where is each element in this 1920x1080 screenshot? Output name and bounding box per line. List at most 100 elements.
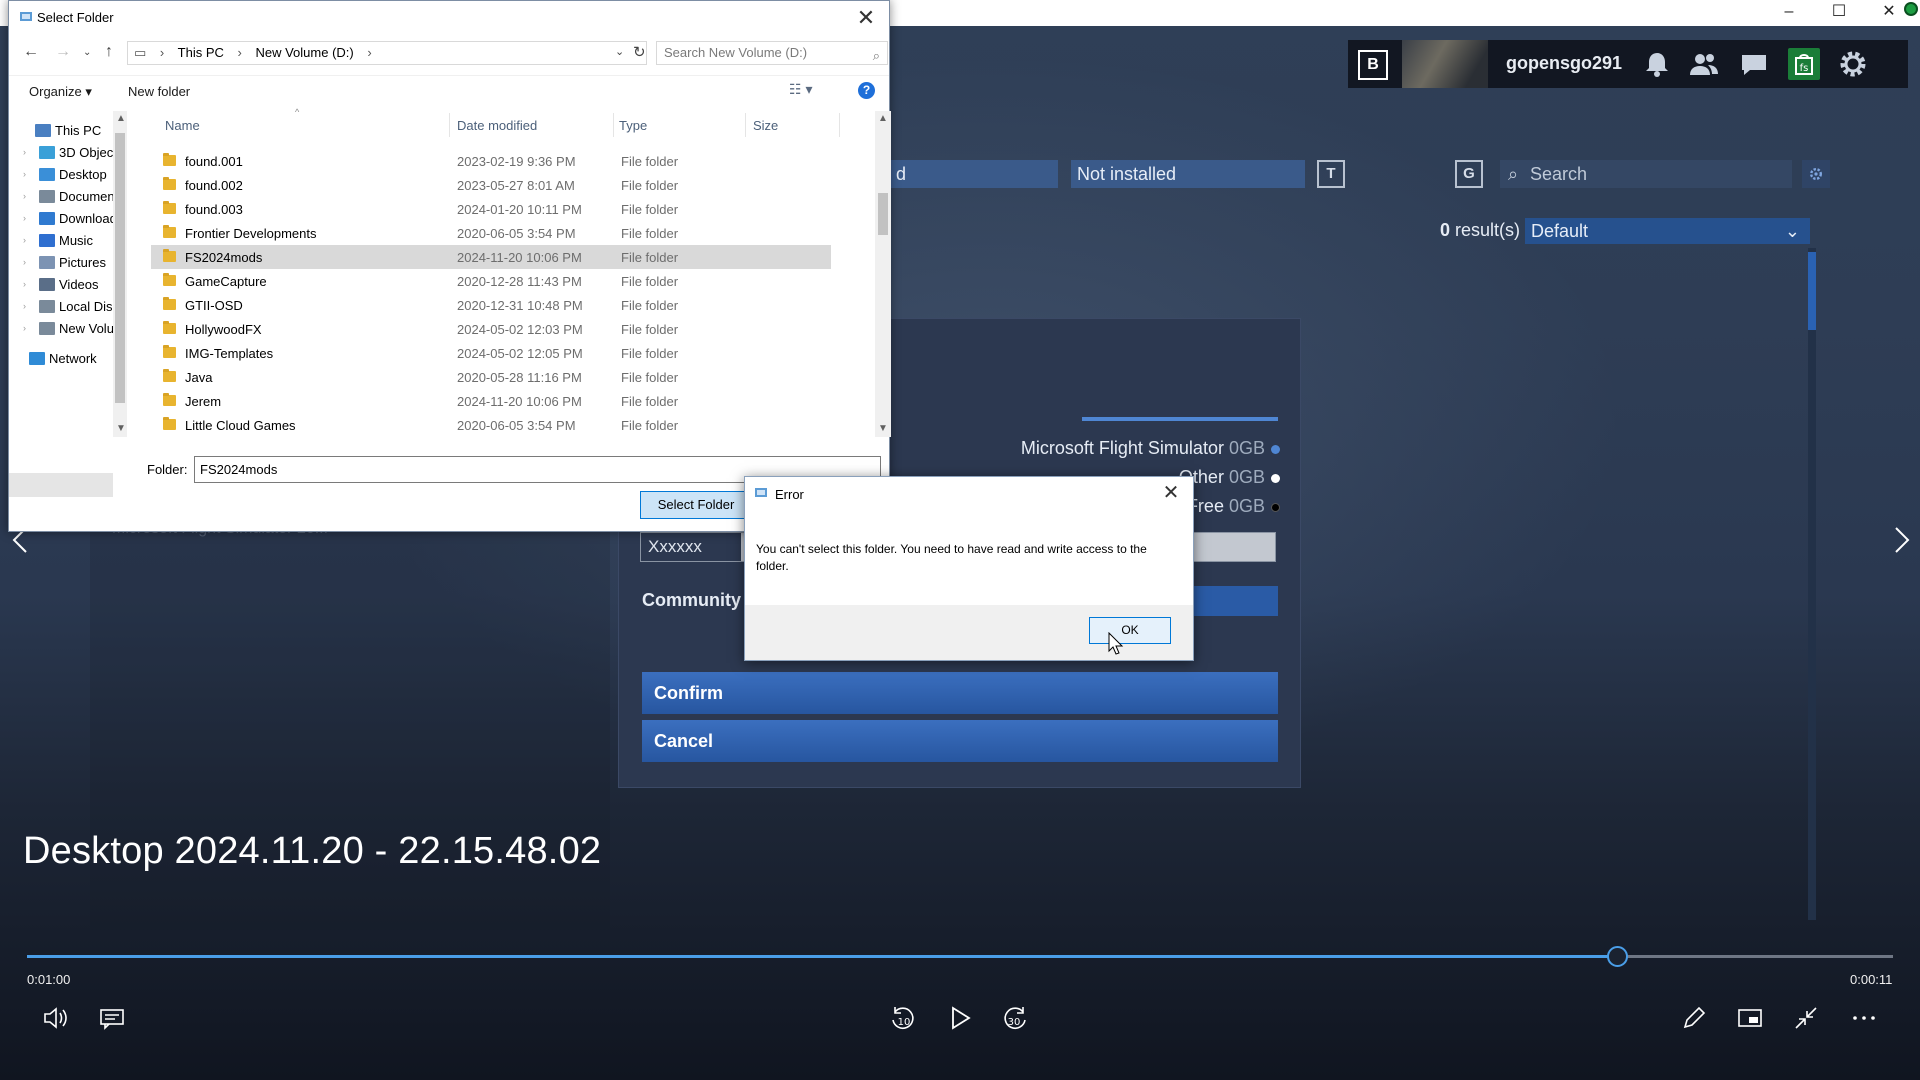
folder-icon	[163, 273, 176, 286]
nav-item[interactable]: Pictures	[39, 255, 117, 270]
mini-player-icon[interactable]	[1732, 1002, 1768, 1038]
shop-icon[interactable]: fs	[1788, 48, 1820, 80]
file-row[interactable]: HollywoodFX 2024-05-02 12:03 PM File folde…	[151, 317, 831, 341]
ok-button[interactable]: OK	[1089, 617, 1171, 644]
sort-dropdown[interactable]: Default ⌄	[1525, 218, 1810, 244]
nav-item[interactable]: Desktop	[39, 167, 117, 182]
folder-icon	[39, 168, 55, 181]
search-input[interactable]: ⌕ Search	[1500, 160, 1792, 188]
file-date: 2024-11-20 10:06 PM	[457, 250, 582, 265]
seek-thumb[interactable]	[1607, 946, 1628, 967]
next-arrow-icon[interactable]	[1886, 520, 1916, 560]
nav-item-label: Downloads	[59, 211, 117, 226]
column-name[interactable]: Name	[165, 118, 200, 133]
chat-icon[interactable]	[1738, 48, 1770, 80]
seek-progress	[27, 955, 1617, 958]
list-scrollbar[interactable]: ▲ ▼	[875, 111, 891, 437]
exit-fullscreen-icon[interactable]	[1788, 1002, 1824, 1038]
minimize-button[interactable]: –	[1766, 0, 1812, 26]
gear-icon[interactable]	[1837, 48, 1869, 80]
maximize-button[interactable]: ☐	[1816, 0, 1862, 26]
username[interactable]: gopensgo291	[1506, 53, 1622, 74]
organize-menu[interactable]: Organize ▾	[29, 84, 92, 100]
nav-item[interactable]: Videos	[39, 277, 117, 292]
file-row[interactable]: found.002 2023-05-27 8:01 AM File folder	[151, 173, 831, 197]
avatar[interactable]	[1402, 40, 1488, 88]
edit-pencil-icon[interactable]	[1676, 1002, 1712, 1038]
expand-arrow-icon[interactable]: ›	[23, 235, 26, 245]
file-row[interactable]: Jerem 2024-11-20 10:06 PM File folder	[151, 389, 831, 413]
friends-icon[interactable]	[1688, 48, 1720, 80]
community-folder-button[interactable]	[1184, 586, 1278, 616]
breadcrumb-this-pc[interactable]: This PC	[178, 45, 224, 60]
forward-arrow-icon[interactable]: →	[55, 43, 71, 61]
file-row[interactable]: found.001 2023-02-19 9:36 PM File folder	[151, 149, 831, 173]
help-icon[interactable]: ?	[858, 82, 875, 99]
file-type: File folder	[621, 322, 679, 337]
more-options-icon[interactable]	[1846, 1002, 1882, 1038]
column-size[interactable]: Size	[753, 118, 778, 133]
nav-item[interactable]: Network	[29, 351, 107, 366]
file-row[interactable]: FS2024mods 2024-11-20 10:06 PM File folder	[151, 245, 831, 269]
close-icon[interactable]: ✕	[849, 3, 883, 33]
cancel-button[interactable]: Cancel	[642, 720, 1278, 762]
file-row[interactable]: found.003 2024-01-20 10:11 PM File folder	[151, 197, 831, 221]
results-scroll-thumb[interactable]	[1808, 252, 1816, 330]
close-icon[interactable]: ✕	[1155, 479, 1187, 507]
refresh-icon[interactable]: ↻	[633, 43, 646, 61]
chevron-down-icon[interactable]: ⌄	[615, 45, 624, 58]
nav-item[interactable]: Music	[39, 233, 117, 248]
address-bar[interactable]: ▭ › This PC › New Volume (D:) ›	[127, 41, 647, 65]
nav-item[interactable]: Downloads	[39, 211, 117, 226]
expand-arrow-icon[interactable]: ›	[23, 147, 26, 157]
rewind-10-icon[interactable]: 10	[885, 1002, 921, 1038]
search-settings-icon[interactable]	[1802, 160, 1830, 188]
breadcrumb-new-volume[interactable]: New Volume (D:)	[255, 45, 353, 60]
column-date[interactable]: Date modified	[457, 118, 537, 133]
file-row[interactable]: GTII-OSD 2020-12-31 10:48 PM File folder	[151, 293, 831, 317]
filter-not-installed[interactable]: Not installed	[1071, 160, 1305, 188]
confirm-button[interactable]: Confirm	[642, 672, 1278, 714]
results-scrollbar[interactable]	[1808, 248, 1816, 920]
file-row[interactable]: Little Cloud Games 2020-06-05 3:54 PM File…	[151, 413, 831, 437]
nav-item[interactable]: 3D Objects	[39, 145, 117, 160]
nav-item[interactable]: This PC	[35, 123, 113, 138]
expand-arrow-icon[interactable]: ›	[23, 191, 26, 201]
nav-item[interactable]: New Volume	[39, 321, 117, 336]
expand-arrow-icon[interactable]: ›	[23, 323, 26, 333]
play-icon[interactable]	[941, 1002, 977, 1038]
file-row[interactable]: GameCapture 2020-12-28 11:43 PM File folde…	[151, 269, 831, 293]
folder-search-input[interactable]: Search New Volume (D:) ⌕	[656, 41, 888, 65]
nav-item[interactable]: Local Disk	[39, 299, 117, 314]
file-name: GTII-OSD	[185, 298, 243, 313]
expand-arrow-icon[interactable]: ›	[23, 279, 26, 289]
file-name: found.003	[185, 202, 243, 217]
expand-arrow-icon[interactable]: ›	[23, 257, 26, 267]
file-date: 2020-06-05 3:54 PM	[457, 418, 576, 433]
file-row[interactable]: Java 2020-05-28 11:16 PM File folder	[151, 365, 831, 389]
nav-scrollbar[interactable]: ▲ ▼	[113, 111, 127, 437]
subtitles-icon[interactable]	[94, 1002, 130, 1038]
svg-text:30: 30	[1008, 1017, 1021, 1028]
filter-tab-installed[interactable]: d	[890, 160, 1058, 188]
new-folder-button[interactable]: New folder	[128, 84, 190, 99]
nav-item[interactable]: Documents	[39, 189, 117, 204]
volume-icon[interactable]	[38, 1002, 74, 1038]
recent-locations-icon[interactable]: ⌄	[83, 47, 91, 58]
select-folder-button[interactable]: Select Folder	[640, 491, 752, 519]
expand-arrow-icon[interactable]: ›	[23, 213, 26, 223]
file-date: 2020-12-31 10:48 PM	[457, 298, 583, 313]
nav-item-label: Pictures	[59, 255, 106, 270]
view-options-icon[interactable]: ☷ ▾	[789, 81, 812, 98]
file-row[interactable]: IMG-Templates 2024-05-02 12:05 PM File fol…	[151, 341, 831, 365]
back-arrow-icon[interactable]: ←	[23, 43, 39, 61]
expand-arrow-icon[interactable]: ›	[23, 301, 26, 311]
bell-icon[interactable]	[1641, 48, 1673, 80]
forward-30-icon[interactable]: 30	[997, 1002, 1033, 1038]
up-arrow-icon[interactable]: ↑	[105, 43, 113, 61]
results-count: 0 result(s)	[1440, 220, 1521, 240]
column-type[interactable]: Type	[619, 118, 647, 133]
file-row[interactable]: Frontier Developments 2020-06-05 3:54 PM F…	[151, 221, 831, 245]
folder-icon	[39, 190, 55, 203]
expand-arrow-icon[interactable]: ›	[23, 169, 26, 179]
